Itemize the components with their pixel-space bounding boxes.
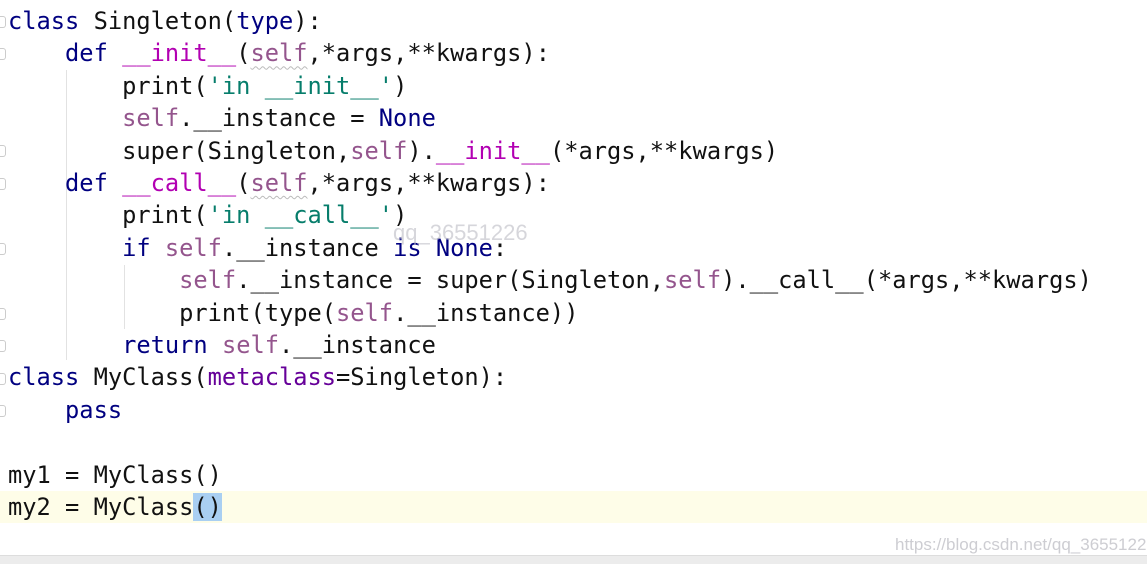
code-token-plain: )	[393, 71, 408, 100]
code-token-str: 'in __call__'	[207, 201, 394, 230]
code-line[interactable]: class Singleton(type):	[8, 5, 322, 37]
code-token-kwarg: metaclass	[207, 363, 337, 392]
code-token-plain: print(	[8, 201, 208, 230]
code-token-plain: ,*args,**kwargs):	[307, 39, 550, 68]
code-token-self: self	[664, 266, 722, 295]
code-line[interactable]: self.__instance = None	[8, 102, 436, 134]
fold-icon[interactable]	[0, 340, 6, 352]
code-token-magic: __init__	[435, 136, 550, 165]
code-line[interactable]: my2 = MyClass()	[8, 491, 222, 523]
code-token-magic: __init__	[122, 39, 237, 68]
code-token-kw: type	[236, 7, 294, 35]
code-token-plain: ):	[293, 7, 322, 35]
code-token-plain: .__instance))	[393, 298, 579, 327]
code-token-plain: print(	[8, 71, 208, 100]
code-token-kw: class	[8, 363, 80, 392]
code-token-plain: (	[236, 169, 251, 197]
watermark: qq_36551226	[393, 220, 528, 245]
code-token-self: self	[250, 39, 308, 68]
code-token-plain: print(type(	[8, 298, 337, 327]
code-line[interactable]: def __call__(self,*args,**kwargs):	[8, 167, 550, 199]
code-token-self: self	[179, 266, 237, 295]
fold-icon[interactable]	[0, 243, 6, 255]
code-token-plain: ).	[407, 136, 436, 165]
code-token-kw: pass	[65, 395, 123, 424]
code-line[interactable]: print('in __init__')	[8, 70, 407, 102]
fold-icon[interactable]	[0, 178, 6, 190]
code-token-plain: Singleton(	[79, 7, 237, 35]
code-token-plain: .__instance	[278, 331, 436, 359]
code-line[interactable]: print(type(self.__instance))	[8, 297, 578, 329]
code-token-kw: def	[65, 169, 108, 197]
code-token-plain: (*args,**kwargs)	[549, 136, 779, 165]
code-token-self: self	[164, 233, 222, 262]
code-line[interactable]: print('in __call__')	[8, 199, 407, 231]
fold-icon[interactable]	[0, 16, 6, 28]
code-editor[interactable]: class Singleton(type): def __init__(self…	[0, 0, 1147, 553]
code-line[interactable]: class MyClass(metaclass=Singleton):	[8, 361, 507, 393]
code-token-plain: .__instance	[221, 233, 394, 262]
code-token-plain: MyClass(	[79, 363, 208, 392]
fold-icon[interactable]	[0, 145, 6, 157]
fold-icon[interactable]	[0, 405, 6, 417]
code-line[interactable]: super(Singleton,self).__init__(*args,**k…	[8, 135, 778, 167]
code-token-plain: =Singleton):	[336, 363, 508, 392]
code-token-plain: super(Singleton,	[8, 136, 351, 165]
fold-icon[interactable]	[0, 373, 6, 385]
fold-icon[interactable]	[0, 48, 6, 60]
code-token-kw: return	[122, 331, 208, 359]
code-token-plain: ,*args,**kwargs):	[307, 169, 550, 197]
code-token-plain: (	[193, 493, 208, 521]
code-token-plain: my1 = MyClass()	[8, 460, 222, 489]
code-token-kw: if	[122, 233, 151, 262]
code-token-kw: def	[65, 39, 108, 68]
fold-icon[interactable]	[0, 308, 6, 320]
code-token-self: self	[336, 298, 394, 327]
code-token-kw: class	[8, 7, 80, 35]
code-token-magic: __call__	[122, 169, 237, 197]
code-token-kw: None	[378, 104, 436, 133]
code-line[interactable]: def __init__(self,*args,**kwargs):	[8, 37, 550, 69]
code-token-self: self	[350, 136, 408, 165]
code-line[interactable]: pass	[8, 394, 122, 426]
code-token-plain: .__instance = super(Singleton,	[236, 266, 665, 295]
code-line[interactable]: my1 = MyClass()	[8, 459, 222, 491]
code-token-self: self	[250, 169, 308, 197]
code-token-str: 'in __init__'	[207, 71, 394, 100]
code-token-plain: .__instance =	[179, 104, 379, 133]
code-token-self: self	[122, 104, 180, 133]
code-token-self: self	[221, 331, 279, 359]
code-token-plain: my2 = MyClass	[8, 493, 194, 521]
code-line[interactable]: self.__instance = super(Singleton,self).…	[8, 264, 1092, 296]
code-token-plain: (	[236, 39, 251, 68]
code-line[interactable]: return self.__instance	[8, 329, 436, 361]
code-token-plain: )	[207, 493, 222, 521]
watermark-url: https://blog.csdn.net/qq_36551226	[895, 535, 1147, 554]
code-token-plain: ).__call__(*args,**kwargs)	[721, 266, 1092, 295]
